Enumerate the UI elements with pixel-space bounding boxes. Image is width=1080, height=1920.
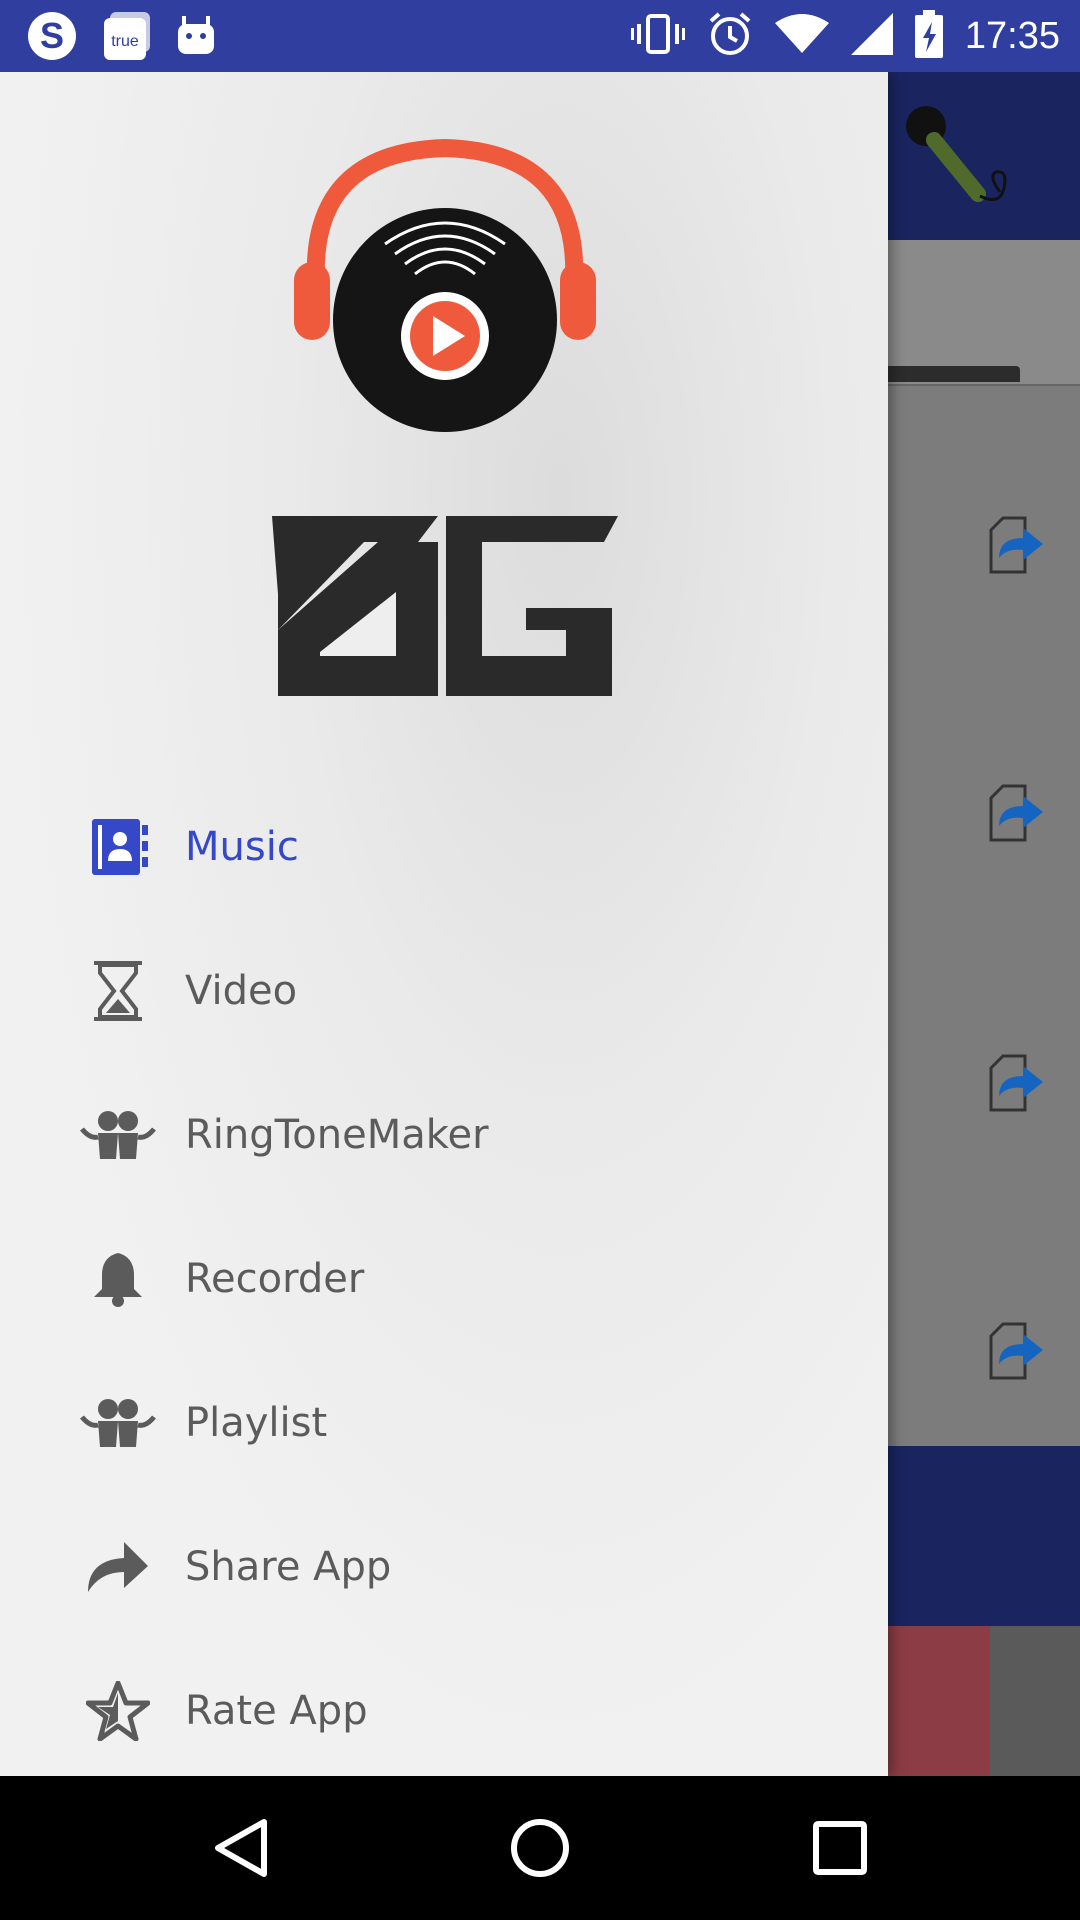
clock-time: 17:35	[964, 14, 1060, 57]
home-icon[interactable]	[502, 1810, 578, 1886]
menu-item-label: Recorder	[185, 1256, 365, 1302]
menu-item-label: Rate App	[185, 1688, 368, 1734]
back-icon[interactable]	[202, 1810, 278, 1886]
alarm-icon	[707, 11, 753, 62]
navigation-drawer: Music Video RingToneMaker Recorder Playl…	[0, 72, 888, 1776]
share-file-icon[interactable]	[985, 514, 1047, 581]
true-app-icon: true	[102, 10, 154, 67]
vibrate-icon	[630, 12, 685, 61]
share-file-icon[interactable]	[985, 1052, 1047, 1119]
menu-item-label: Music	[185, 824, 299, 870]
hourglass-icon	[80, 953, 156, 1029]
menu-item-ringtonemaker[interactable]: RingToneMaker	[0, 1080, 888, 1190]
navigation-bar	[0, 1776, 1080, 1920]
svg-text:true: true	[111, 33, 139, 50]
menu-item-label: Playlist	[185, 1400, 328, 1446]
people-icon	[80, 1097, 156, 1173]
people-icon	[80, 1385, 156, 1461]
menu-item-label: Share App	[185, 1544, 392, 1590]
menu-item-video[interactable]: Video	[0, 936, 888, 1046]
ad-banner[interactable]	[880, 1626, 990, 1776]
share-arrow-icon	[80, 1529, 156, 1605]
android-icon	[176, 14, 216, 63]
menu-item-rate-app[interactable]: Rate App	[0, 1656, 888, 1766]
status-bar: S true 17:35	[0, 0, 1080, 72]
bell-icon	[80, 1241, 156, 1317]
tab-indicator	[880, 366, 1020, 382]
wifi-icon	[774, 13, 829, 60]
menu-item-playlist[interactable]: Playlist	[0, 1368, 888, 1478]
menu-item-share-app[interactable]: Share App	[0, 1512, 888, 1622]
skype-icon: S	[24, 10, 80, 67]
brand-logo	[268, 512, 618, 707]
star-icon	[80, 1673, 156, 1749]
battery-charging-icon	[914, 9, 943, 63]
menu-item-label: Video	[185, 968, 298, 1014]
menu-item-recorder[interactable]: Recorder	[0, 1224, 888, 1334]
share-file-icon[interactable]	[985, 782, 1047, 849]
menu-item-music[interactable]: Music	[0, 792, 888, 902]
signal-icon	[850, 12, 893, 60]
music-logo-icon	[290, 122, 600, 437]
menu-item-label: RingToneMaker	[185, 1112, 489, 1158]
microphone-icon[interactable]	[900, 102, 1020, 217]
recents-icon[interactable]	[802, 1810, 878, 1886]
svg-text:S: S	[40, 15, 64, 56]
share-file-icon[interactable]	[985, 1320, 1047, 1387]
contacts-icon	[80, 809, 156, 885]
app-content: Music Video RingToneMaker Recorder Playl…	[0, 72, 1080, 1776]
ad-banner-edge	[990, 1626, 1080, 1776]
